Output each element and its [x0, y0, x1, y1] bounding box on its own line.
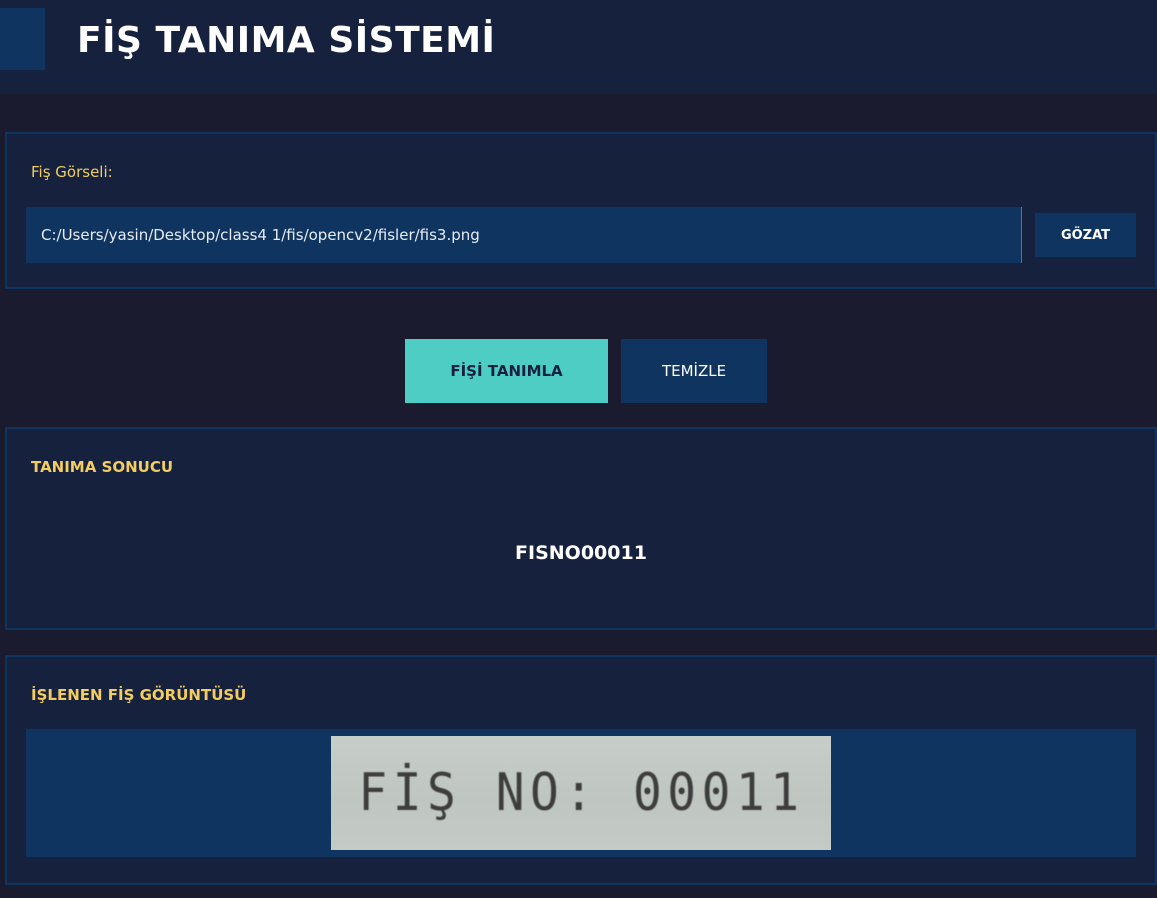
result-panel: TANIMA SONUCU FISNO00011 [5, 427, 1157, 630]
file-label: Fiş Görseli: [31, 163, 113, 181]
file-path-input[interactable] [26, 207, 1022, 263]
app-header: FİŞ TANIMA SİSTEMİ [0, 0, 1157, 94]
processed-image-heading: İŞLENEN FİŞ GÖRÜNTÜSÜ [31, 686, 247, 704]
file-select-panel: Fiş Görseli: GÖZAT [5, 132, 1157, 289]
clear-button[interactable]: TEMİZLE [621, 339, 767, 403]
result-heading: TANIMA SONUCU [31, 458, 174, 476]
receipt-image-text: FİŞ NO: 00011 [357, 763, 805, 823]
recognize-button[interactable]: FİŞİ TANIMLA [405, 339, 608, 403]
header-accent-bar [0, 8, 45, 70]
browse-button[interactable]: GÖZAT [1035, 213, 1136, 257]
image-frame: FİŞ NO: 00011 [26, 729, 1136, 857]
receipt-image: FİŞ NO: 00011 [331, 736, 831, 850]
result-value: FISNO00011 [515, 542, 647, 564]
page-title: FİŞ TANIMA SİSTEMİ [77, 20, 496, 61]
processed-image-panel: İŞLENEN FİŞ GÖRÜNTÜSÜ FİŞ NO: 00011 [5, 655, 1157, 885]
